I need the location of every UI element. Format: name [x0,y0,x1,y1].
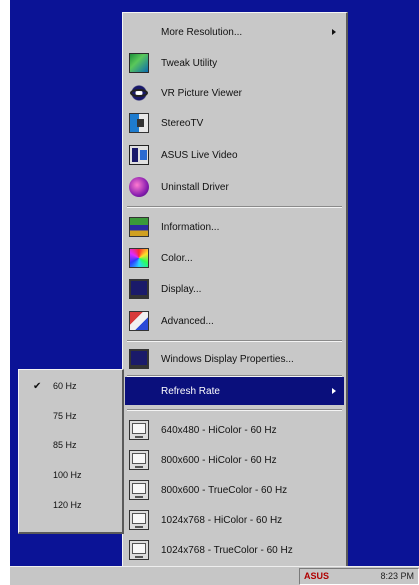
refresh-rate-label: 120 Hz [53,500,82,510]
menu-item-label: Advanced... [161,315,214,327]
advanced-icon [129,311,149,331]
asus-context-menu: More Resolution... Tweak Utility VR Pict… [122,12,348,574]
menu-item-label: Tweak Utility [161,57,218,69]
menu-separator [127,409,342,411]
menu-item-resolution[interactable]: 1024x768 - TrueColor - 60 Hz [125,535,344,565]
menu-item-label: Information... [161,221,220,233]
display-icon [129,279,149,299]
menu-item-label: 1024x768 - TrueColor - 60 Hz [161,544,293,556]
refresh-rate-option[interactable]: ✔ 60 Hz [21,378,120,396]
menu-item-label: 800x600 - TrueColor - 60 Hz [161,484,288,496]
menu-item-label: Color... [161,252,193,264]
menu-item-label: 640x480 - HiColor - 60 Hz [161,424,277,436]
refresh-rate-option[interactable]: 85 Hz [21,437,120,455]
submenu-arrow-icon [332,29,336,35]
information-icon [129,217,149,237]
stereo-tv-icon [129,113,149,133]
menu-item-stereotv[interactable]: StereoTV [125,109,344,137]
monitor-icon [129,450,149,470]
menu-item-resolution[interactable]: 800x600 - HiColor - 60 Hz [125,445,344,475]
monitor-icon [129,349,149,369]
refresh-rate-submenu: ✔ 60 Hz 75 Hz 85 Hz 100 Hz 120 Hz [18,369,124,534]
more-resolution-item[interactable]: More Resolution... [125,19,344,45]
menu-item-label: Uninstall Driver [161,181,229,193]
menu-item-label: Refresh Rate [161,385,220,397]
menu-item-resolution[interactable]: 1024x768 - HiColor - 60 Hz [125,505,344,535]
menu-item-asus-live-video[interactable]: ASUS Live Video [125,141,344,169]
menu-item-display[interactable]: Display... [125,275,344,303]
menu-item-label: VR Picture Viewer [161,87,242,99]
refresh-rate-option[interactable]: 75 Hz [21,408,120,426]
menu-item-windows-display-properties[interactable]: Windows Display Properties... [125,345,344,373]
monitor-icon [129,420,149,440]
vr-glasses-icon [129,83,149,103]
refresh-rate-option[interactable]: 120 Hz [21,497,120,515]
menu-item-label: 800x600 - HiColor - 60 Hz [161,454,277,466]
menu-item-label: Windows Display Properties... [161,353,294,365]
refresh-rate-option[interactable]: 100 Hz [21,467,120,485]
menu-item-label: Display... [161,283,202,295]
refresh-rate-label: 100 Hz [53,470,82,480]
menu-item-refresh-rate[interactable]: Refresh Rate [125,377,344,405]
monitor-icon [129,540,149,560]
asus-tray-icon[interactable]: ASUS [304,571,329,582]
clock[interactable]: 8:23 PM [380,571,414,582]
menu-item-advanced[interactable]: Advanced... [125,307,344,335]
menu-separator [127,206,342,208]
more-resolution-label: More Resolution... [161,26,243,38]
submenu-arrow-icon [332,388,336,394]
menu-separator [127,340,342,342]
tweak-utility-icon [129,53,149,73]
menu-item-label: 1024x768 - HiColor - 60 Hz [161,514,283,526]
menu-item-tweak-utility[interactable]: Tweak Utility [125,49,344,77]
menu-item-color[interactable]: Color... [125,244,344,272]
system-tray: ASUS 8:23 PM [299,568,419,585]
uninstall-icon [129,177,149,197]
live-video-icon [129,145,149,165]
refresh-rate-label: 85 Hz [53,440,77,450]
refresh-rate-label: 75 Hz [53,411,77,421]
menu-item-resolution[interactable]: 800x600 - TrueColor - 60 Hz [125,475,344,505]
monitor-icon [129,480,149,500]
checkmark-icon: ✔ [33,381,42,392]
menu-item-vr-picture-viewer[interactable]: VR Picture Viewer [125,79,344,107]
menu-item-label: ASUS Live Video [161,149,238,161]
menu-item-label: StereoTV [161,117,204,129]
monitor-icon [129,510,149,530]
menu-item-information[interactable]: Information... [125,213,344,241]
refresh-rate-label: 60 Hz [53,381,77,391]
menu-item-uninstall-driver[interactable]: Uninstall Driver [125,173,344,201]
taskbar: ASUS 8:23 PM [10,566,419,585]
menu-item-resolution[interactable]: 640x480 - HiColor - 60 Hz [125,415,344,445]
color-icon [129,248,149,268]
